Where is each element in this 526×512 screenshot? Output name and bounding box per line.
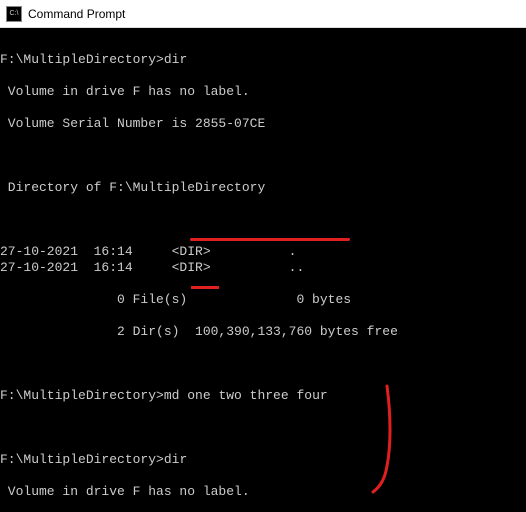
prompt: F:\MultipleDirectory bbox=[0, 388, 156, 403]
command-dir: dir bbox=[164, 52, 187, 67]
terminal-output[interactable]: F:\MultipleDirectory>dir Volume in drive… bbox=[0, 28, 526, 512]
prompt-suffix: > bbox=[156, 452, 164, 467]
dir-header: Directory of F:\MultipleDirectory bbox=[0, 180, 526, 196]
blank bbox=[0, 212, 526, 228]
titlebar[interactable]: C:\ Command Prompt bbox=[0, 0, 526, 28]
listing-1: 27-10-2021 16:14 <DIR> .27-10-2021 16:14… bbox=[0, 244, 526, 276]
annotation-underline-md bbox=[190, 238, 350, 241]
command-dir: dir bbox=[164, 452, 187, 467]
dir-entry: 27-10-2021 16:14 <DIR> .. bbox=[0, 260, 526, 276]
prompt: F:\MultipleDirectory bbox=[0, 452, 156, 467]
cmd-icon: C:\ bbox=[6, 6, 22, 22]
volume-label: Volume in drive F has no label. bbox=[0, 484, 526, 500]
dir-entry: 27-10-2021 16:14 <DIR> . bbox=[0, 244, 526, 260]
prompt-suffix: > bbox=[156, 52, 164, 67]
blank bbox=[0, 148, 526, 164]
window-title: Command Prompt bbox=[28, 7, 125, 21]
annotation-underline-dir bbox=[191, 286, 219, 289]
volume-serial: Volume Serial Number is 2855-07CE bbox=[0, 116, 526, 132]
prompt-line: F:\MultipleDirectory>dir bbox=[0, 52, 526, 68]
volume-label: Volume in drive F has no label. bbox=[0, 84, 526, 100]
blank bbox=[0, 420, 526, 436]
prompt-line: F:\MultipleDirectory>dir bbox=[0, 452, 526, 468]
command-md: md one two three four bbox=[164, 388, 328, 403]
file-summary: 0 File(s) 0 bytes bbox=[0, 292, 526, 308]
dir-summary: 2 Dir(s) 100,390,133,760 bytes free bbox=[0, 324, 526, 340]
prompt-suffix: > bbox=[156, 388, 164, 403]
prompt-line: F:\MultipleDirectory>md one two three fo… bbox=[0, 388, 526, 404]
prompt: F:\MultipleDirectory bbox=[0, 52, 156, 67]
blank bbox=[0, 356, 526, 372]
